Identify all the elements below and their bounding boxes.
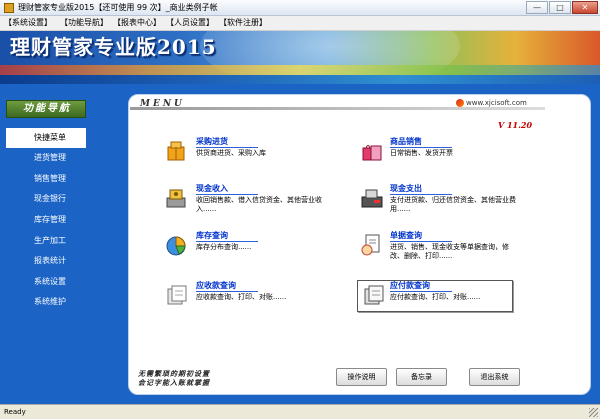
exit-button[interactable]: 退出系统 bbox=[469, 368, 520, 386]
nav-item-sales[interactable]: 销售管理 bbox=[6, 169, 86, 189]
func-payable-desc: 应付款查询、打印、对账...... bbox=[390, 293, 481, 301]
func-receivable-underline bbox=[196, 291, 258, 292]
func-inventory-desc: 库存分布查询...... bbox=[196, 243, 252, 251]
window-controls: — □ ✕ bbox=[526, 1, 598, 14]
app-icon bbox=[4, 3, 14, 13]
minimize-button[interactable]: — bbox=[526, 1, 548, 14]
maximize-button[interactable]: □ bbox=[549, 1, 571, 14]
nav-item-purchase[interactable]: 进货管理 bbox=[6, 148, 86, 168]
menu-software-register[interactable]: 【软件注册】 bbox=[219, 18, 267, 28]
func-cash-expense-desc: 支付进货款、归还信贷资金、其他营业费用...... bbox=[390, 196, 516, 213]
func-inventory-title[interactable]: 库存查询 bbox=[196, 231, 228, 241]
title-bar[interactable]: 理财管家专业版2015【还可使用 99 次】_商业类例子帐 — □ ✕ bbox=[0, 0, 600, 16]
banner-rainbow-band bbox=[0, 65, 600, 75]
menu-ribbon bbox=[130, 107, 545, 110]
cash-income-icon[interactable] bbox=[165, 186, 189, 210]
nav-item-cash-bank[interactable]: 现金银行 bbox=[6, 189, 86, 209]
version-label: V 11.20 bbox=[498, 120, 533, 130]
func-receivable-desc: 应收款查询、打印、对账...... bbox=[196, 293, 287, 301]
window-title: 理财管家专业版2015【还可使用 99 次】_商业类例子帐 bbox=[18, 3, 218, 12]
resize-grip[interactable] bbox=[589, 408, 598, 417]
status-bar: Ready bbox=[0, 404, 600, 419]
func-cash-income-underline bbox=[196, 194, 258, 195]
nav-item-quick-menu[interactable]: 快捷菜单 bbox=[6, 128, 86, 148]
func-document-title[interactable]: 单据查询 bbox=[390, 231, 422, 241]
func-sales-desc: 日常销售、发货开票 bbox=[390, 149, 453, 157]
nav-header: 功能导航 bbox=[6, 100, 86, 118]
func-payable-underline bbox=[390, 291, 452, 292]
nav-item-reports[interactable]: 报表统计 bbox=[6, 251, 86, 271]
document-search-icon[interactable] bbox=[360, 233, 384, 257]
func-cash-income-title[interactable]: 现金收入 bbox=[196, 184, 228, 194]
purchase-box-icon[interactable] bbox=[165, 139, 189, 163]
slogan-line-2: 会记字能入账就掌握 bbox=[138, 378, 210, 387]
func-document-underline bbox=[390, 241, 452, 242]
close-button[interactable]: ✕ bbox=[572, 1, 598, 14]
cash-expense-icon[interactable] bbox=[360, 186, 384, 210]
func-receivable-title[interactable]: 应收款查询 bbox=[196, 281, 236, 291]
site-logo-icon bbox=[456, 99, 464, 107]
func-purchase-title[interactable]: 采购进货 bbox=[196, 137, 228, 147]
pie-chart-icon[interactable] bbox=[165, 233, 189, 257]
menu-function-nav[interactable]: 【功能导航】 bbox=[60, 18, 108, 28]
status-text: Ready bbox=[4, 408, 26, 416]
website-link[interactable]: www.xjcisoft.com bbox=[466, 99, 527, 107]
banner-blue-band bbox=[0, 75, 600, 84]
nav-item-system-maintenance[interactable]: 系统维护 bbox=[6, 292, 86, 312]
nav-item-inventory[interactable]: 库存管理 bbox=[6, 210, 86, 230]
func-cash-expense-title[interactable]: 现金支出 bbox=[390, 184, 422, 194]
menu-system-settings[interactable]: 【系统设置】 bbox=[4, 18, 52, 28]
header-banner: 理财管家专业版2015 bbox=[0, 31, 600, 84]
slogan: 无需繁琐的期初设置 会记字能入账就掌握 bbox=[138, 369, 210, 387]
nav-item-production[interactable]: 生产加工 bbox=[6, 231, 86, 251]
func-sales-underline bbox=[390, 147, 452, 148]
func-cash-expense-underline bbox=[390, 194, 452, 195]
func-document-desc: 进货、销售、现金收支等单据查询，修改、删除、打印...... bbox=[390, 243, 509, 260]
nav-header-label: 功能导航 bbox=[23, 103, 71, 114]
func-inventory-underline bbox=[196, 241, 258, 242]
slogan-line-1: 无需繁琐的期初设置 bbox=[138, 369, 210, 378]
receivable-icon[interactable] bbox=[165, 283, 189, 307]
memo-button[interactable]: 备忘录 bbox=[396, 368, 447, 386]
func-purchase-underline bbox=[196, 147, 258, 148]
func-cash-income-desc: 收回销售款、借入信贷资金、其他营业收入...... bbox=[196, 196, 322, 213]
payable-icon[interactable] bbox=[362, 283, 386, 307]
banner-title: 理财管家专业版2015 bbox=[10, 35, 217, 59]
menu-report-center[interactable]: 【报表中心】 bbox=[113, 18, 161, 28]
menu-bar: 【系统设置】 【功能导航】 【报表中心】 【人员设置】 【软件注册】 bbox=[0, 16, 600, 31]
nav-item-system-settings[interactable]: 系统设置 bbox=[6, 272, 86, 292]
func-purchase-desc: 供货商进货、采购入库 bbox=[196, 149, 266, 157]
menu-personnel-settings[interactable]: 【人员设置】 bbox=[166, 18, 214, 28]
help-button[interactable]: 操作说明 bbox=[336, 368, 387, 386]
shopping-bag-icon[interactable] bbox=[360, 139, 384, 163]
func-sales-title[interactable]: 商品销售 bbox=[390, 137, 422, 147]
func-payable-title[interactable]: 应付款查询 bbox=[390, 281, 430, 291]
